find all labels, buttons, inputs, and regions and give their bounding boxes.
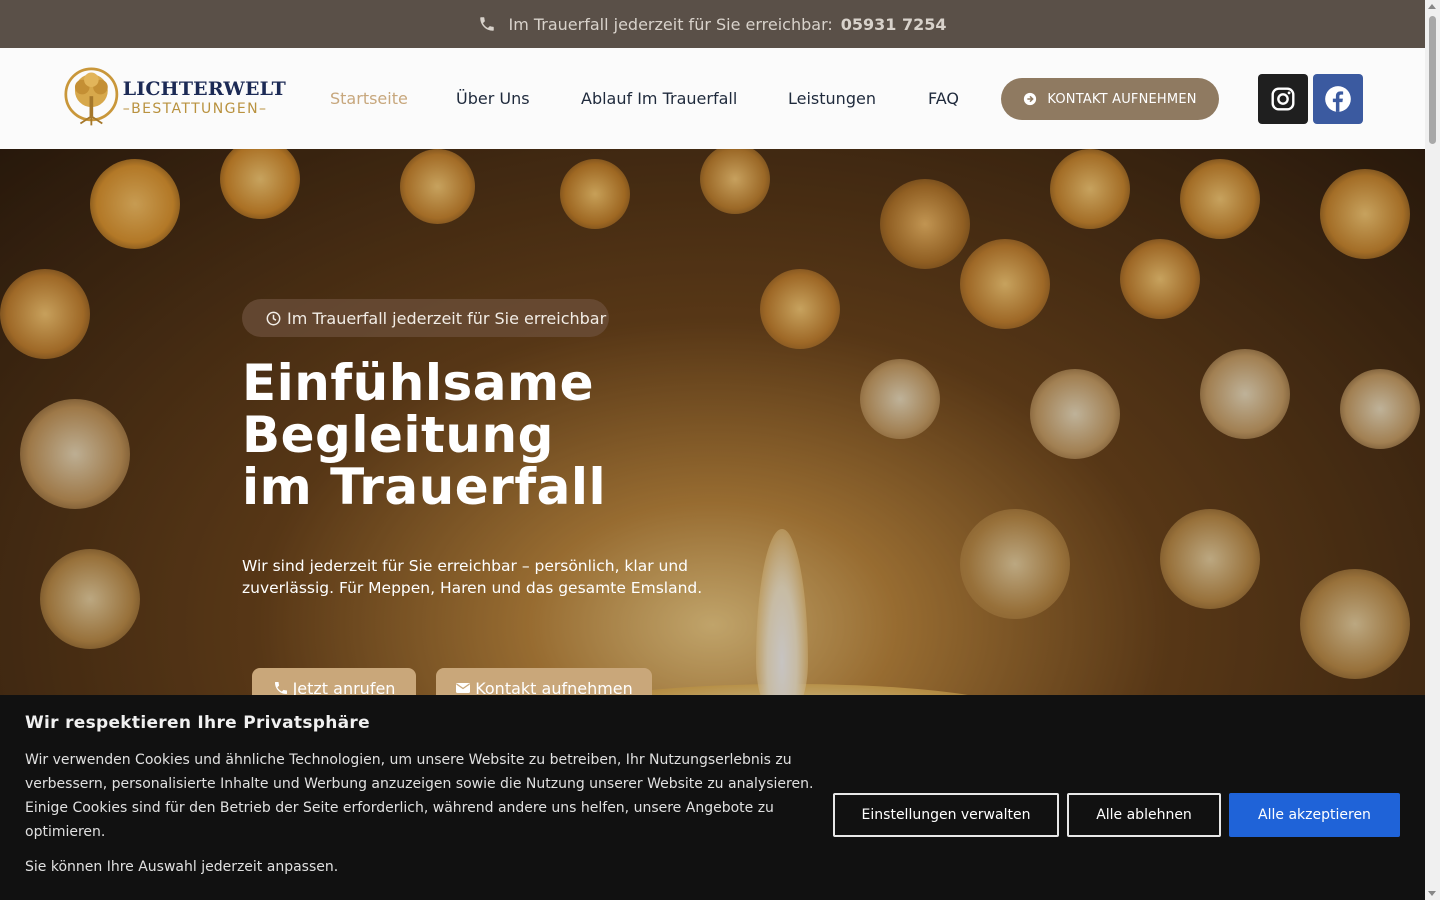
cookie-title: Wir respektieren Ihre Privatsphäre	[25, 713, 370, 733]
envelope-icon	[456, 683, 471, 693]
logo[interactable]: LICHTERWELT –BESTATTUNGEN–	[64, 62, 286, 134]
topbar-text: Im Trauerfall jederzeit für Sie erreichb…	[508, 14, 833, 34]
clock-icon	[266, 311, 281, 325]
instagram-button[interactable]	[1258, 74, 1308, 124]
scrollbar-thumb[interactable]	[1429, 16, 1436, 144]
facebook-icon	[1325, 86, 1351, 112]
hero-title-line: im Trauerfall	[242, 458, 607, 516]
scroll-down-arrow[interactable]	[1428, 891, 1436, 896]
nav-item-ablauf[interactable]: Ablauf Im Trauerfall	[581, 89, 737, 108]
hero-title-line: Begleitung	[242, 406, 554, 464]
hero-section: Im Trauerfall jederzeit für Sie erreichb…	[0, 149, 1425, 709]
nav-item-leistungen[interactable]: Leistungen	[788, 89, 876, 108]
contact-cta-label: KONTAKT AUFNEHMEN	[1047, 91, 1197, 107]
topbar-phone-link[interactable]: 05931 7254	[841, 15, 947, 34]
hero-badge: Im Trauerfall jederzeit für Sie erreichb…	[242, 299, 609, 337]
tree-logo-icon	[64, 67, 119, 126]
page-scrollbar[interactable]	[1425, 0, 1440, 900]
phone-icon	[274, 682, 287, 694]
cookie-note: Sie können Ihre Auswahl jederzeit anpass…	[25, 859, 339, 875]
phone-icon	[480, 17, 495, 31]
nav-item-startseite[interactable]: Startseite	[330, 89, 408, 108]
instagram-icon	[1271, 87, 1295, 111]
accept-all-button[interactable]: Alle akzeptieren	[1229, 793, 1400, 837]
cookie-body: Wir verwenden Cookies und ähnliche Techn…	[25, 752, 814, 840]
nav-item-ueber-uns[interactable]: Über Uns	[456, 89, 530, 108]
facebook-button[interactable]	[1313, 74, 1363, 124]
scroll-up-arrow[interactable]	[1428, 4, 1436, 9]
logo-subtitle: –BESTATTUNGEN–	[122, 101, 268, 117]
hero-subtitle: Wir sind jederzeit für Sie erreichbar – …	[242, 557, 703, 597]
hero-title: Einfühlsame Begleitung im Trauerfall	[242, 357, 802, 513]
nav-item-faq[interactable]: FAQ	[928, 89, 959, 108]
arrow-circle-icon	[1024, 92, 1037, 106]
hero-badge-text: Im Trauerfall jederzeit für Sie erreichb…	[287, 308, 607, 328]
manage-settings-button[interactable]: Einstellungen verwalten	[833, 793, 1059, 837]
contact-cta-button[interactable]: KONTAKT AUFNEHMEN	[1001, 78, 1219, 120]
cookie-banner: Wir respektieren Ihre Privatsphäre Wir v…	[0, 695, 1425, 900]
logo-title: LICHTERWELT	[122, 78, 286, 100]
reject-all-button[interactable]: Alle ablehnen	[1067, 793, 1221, 837]
site-header: LICHTERWELT –BESTATTUNGEN– Startseite Üb…	[0, 48, 1425, 149]
hero-title-line: Einfühlsame	[242, 354, 594, 412]
top-bar: Im Trauerfall jederzeit für Sie erreichb…	[0, 0, 1425, 48]
